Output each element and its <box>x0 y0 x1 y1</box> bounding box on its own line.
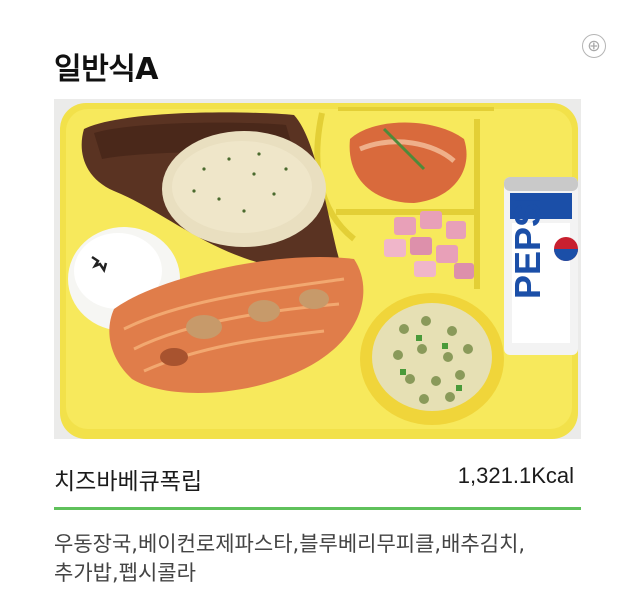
corner-logo-icon: ⊕ <box>582 34 606 58</box>
side-dishes: 우동장국,베이컨로제파스타,블루베리무피클,배추김치,추가밥,펩시콜라 <box>54 532 526 585</box>
meal-photo: PEPSI <box>54 99 581 439</box>
udon-soup-bowl <box>360 293 504 425</box>
menu-name: 치즈바베큐폭립 <box>54 469 203 495</box>
calories: 1,321.1Kcal <box>457 463 574 488</box>
pepsi-can: PEPSI <box>504 177 578 355</box>
can-brand-text: PEPSI <box>507 193 548 299</box>
divider <box>54 507 581 510</box>
meal-title: 일반식A <box>54 52 159 87</box>
